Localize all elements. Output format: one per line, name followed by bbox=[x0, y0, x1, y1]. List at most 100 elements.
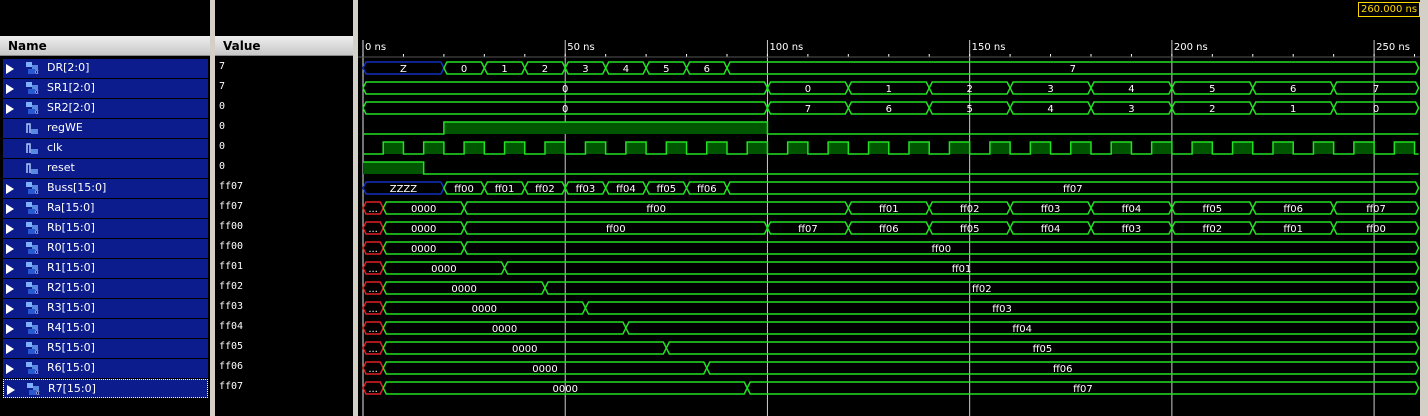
signal-high-fill bbox=[868, 142, 889, 154]
bus-value-label: ff06 bbox=[1283, 204, 1303, 215]
signal-high-fill bbox=[625, 142, 647, 154]
value-column-header[interactable]: Value bbox=[215, 36, 353, 56]
expand-arrow-icon[interactable] bbox=[6, 184, 14, 194]
signal-high-fill bbox=[464, 142, 485, 154]
expand-arrow-icon[interactable] bbox=[7, 385, 15, 395]
signal-row[interactable]: 01 R6[15:0] bbox=[3, 359, 208, 378]
bus-signal-icon: 01 bbox=[26, 302, 39, 315]
signal-value: 7 bbox=[219, 81, 226, 92]
signal-row[interactable]: 01 Ra[15:0] bbox=[3, 199, 208, 218]
signal-name: Rb[15:0] bbox=[47, 221, 95, 234]
bus-value-label: ff04 bbox=[1041, 224, 1061, 235]
bus-value-label: 0 bbox=[805, 84, 811, 95]
bus-value-label: 0000 bbox=[492, 324, 517, 335]
signal-name: R3[15:0] bbox=[47, 301, 95, 314]
svg-text:01: 01 bbox=[35, 190, 39, 195]
bus-value-label: ff05 bbox=[1033, 344, 1053, 355]
signal-high-fill bbox=[1313, 142, 1334, 154]
signal-row[interactable]: 01 R4[15:0] bbox=[3, 319, 208, 338]
bus-value-label: 3 bbox=[582, 64, 588, 75]
bus-value-label: ff07 bbox=[1366, 204, 1386, 215]
signal-row[interactable]: 01 R5[15:0] bbox=[3, 339, 208, 358]
signal-high-fill bbox=[544, 142, 566, 154]
signal-row[interactable]: 01 R0[15:0] bbox=[3, 239, 208, 258]
expand-arrow-icon[interactable] bbox=[6, 64, 14, 74]
bus-value-label: 3 bbox=[1128, 104, 1134, 115]
signal-value: 0 bbox=[219, 161, 226, 172]
signal-high-fill bbox=[706, 142, 727, 154]
signal-row[interactable]: 01 SR1[2:0] bbox=[3, 79, 208, 98]
name-column-header[interactable]: Name bbox=[0, 36, 210, 56]
signal-high-fill bbox=[989, 142, 1011, 154]
expand-arrow-icon[interactable] bbox=[6, 244, 14, 254]
expand-arrow-icon[interactable] bbox=[6, 284, 14, 294]
bus-signal-icon: 01 bbox=[26, 342, 39, 355]
bus-value-label: 4 bbox=[1047, 104, 1053, 115]
signal-row[interactable]: 01 DR[2:0] bbox=[3, 59, 208, 78]
expand-arrow-icon[interactable] bbox=[6, 364, 14, 374]
bus-value-label: ff03 bbox=[992, 304, 1012, 315]
signal-high-fill bbox=[1111, 142, 1132, 154]
bus-value-label: ff05 bbox=[960, 224, 980, 235]
bus-value-label: ff02 bbox=[972, 284, 992, 295]
bus-signal-icon: 01 bbox=[26, 202, 39, 215]
signal-row[interactable]: 01 Buss[15:0] bbox=[3, 179, 208, 198]
expand-arrow-icon[interactable] bbox=[6, 324, 14, 334]
svg-text:01: 01 bbox=[36, 391, 40, 396]
signal-name: R2[15:0] bbox=[47, 281, 95, 294]
bus-value-label: ff04 bbox=[1012, 324, 1032, 335]
signal-row[interactable]: 01 Rb[15:0] bbox=[3, 219, 208, 238]
expand-arrow-icon[interactable] bbox=[6, 224, 14, 234]
bus-signal-icon: 01 bbox=[26, 242, 39, 255]
bus-value-label: ff01 bbox=[952, 264, 972, 275]
bus-value-label: ff02 bbox=[1203, 224, 1223, 235]
expand-arrow-icon[interactable] bbox=[6, 344, 14, 354]
svg-text:01: 01 bbox=[35, 90, 39, 95]
bus-value-label: ... bbox=[368, 204, 378, 215]
time-tick-label: 200 ns bbox=[1174, 42, 1208, 53]
bus-signal-icon: 01 bbox=[26, 282, 39, 295]
signal-value: ff07 bbox=[219, 201, 244, 212]
bus-value-label: ff00 bbox=[606, 224, 626, 235]
signal-name-panel: Name 01 DR[2:0] 01 SR1[2:0] 01 SR2[2:0] regWE c… bbox=[0, 0, 210, 416]
vertical-scrollbar[interactable] bbox=[1420, 0, 1428, 416]
time-tick-label: 150 ns bbox=[972, 42, 1006, 53]
signal-row[interactable]: clk bbox=[3, 139, 208, 158]
bus-value-label: 7 bbox=[805, 104, 811, 115]
signal-value: ff00 bbox=[219, 221, 244, 232]
bus-value-label: ff04 bbox=[1122, 204, 1142, 215]
bus-value-label: ff05 bbox=[657, 184, 677, 195]
bit-signal-icon bbox=[26, 123, 38, 134]
signal-row[interactable]: 01 R1[15:0] bbox=[3, 259, 208, 278]
time-tick-label: 50 ns bbox=[567, 42, 594, 53]
signal-row[interactable]: 01 SR2[2:0] bbox=[3, 99, 208, 118]
expand-arrow-icon[interactable] bbox=[6, 204, 14, 214]
svg-text:01: 01 bbox=[35, 210, 39, 215]
bus-value-label: ... bbox=[368, 384, 378, 395]
signal-name: Ra[15:0] bbox=[47, 201, 95, 214]
signal-high-fill bbox=[1070, 142, 1091, 154]
expand-arrow-icon[interactable] bbox=[6, 84, 14, 94]
bus-value-label: 1 bbox=[886, 84, 892, 95]
bus-value-label: ff03 bbox=[1041, 204, 1061, 215]
bus-signal-icon: 01 bbox=[26, 102, 39, 115]
waveform-panel[interactable]: 0 ns 50 ns 100 ns 150 ns 200 ns 250 ns Z 0 1 2 3 4 5… bbox=[358, 0, 1420, 416]
waveform-canvas[interactable]: 0 ns 50 ns 100 ns 150 ns 200 ns 250 ns Z 0 1 2 3 4 5… bbox=[358, 0, 1420, 416]
bus-value-label: ... bbox=[368, 324, 378, 335]
signal-name: regWE bbox=[47, 121, 83, 134]
bit-signal-icon bbox=[26, 143, 38, 154]
signal-row[interactable]: reset bbox=[3, 159, 208, 178]
svg-text:01: 01 bbox=[35, 230, 39, 235]
expand-arrow-icon[interactable] bbox=[6, 304, 14, 314]
bus-value-label: 6 bbox=[704, 64, 710, 75]
expand-arrow-icon[interactable] bbox=[6, 104, 14, 114]
signal-row[interactable]: 01 R3[15:0] bbox=[3, 299, 208, 318]
bus-value-label: ... bbox=[368, 364, 378, 375]
signal-row[interactable]: 01 R7[15:0] bbox=[3, 379, 208, 398]
signal-value: 0 bbox=[219, 121, 226, 132]
signal-high-fill bbox=[585, 142, 606, 154]
signal-value: ff07 bbox=[219, 381, 244, 392]
signal-row[interactable]: regWE bbox=[3, 119, 208, 138]
expand-arrow-icon[interactable] bbox=[6, 264, 14, 274]
signal-row[interactable]: 01 R2[15:0] bbox=[3, 279, 208, 298]
